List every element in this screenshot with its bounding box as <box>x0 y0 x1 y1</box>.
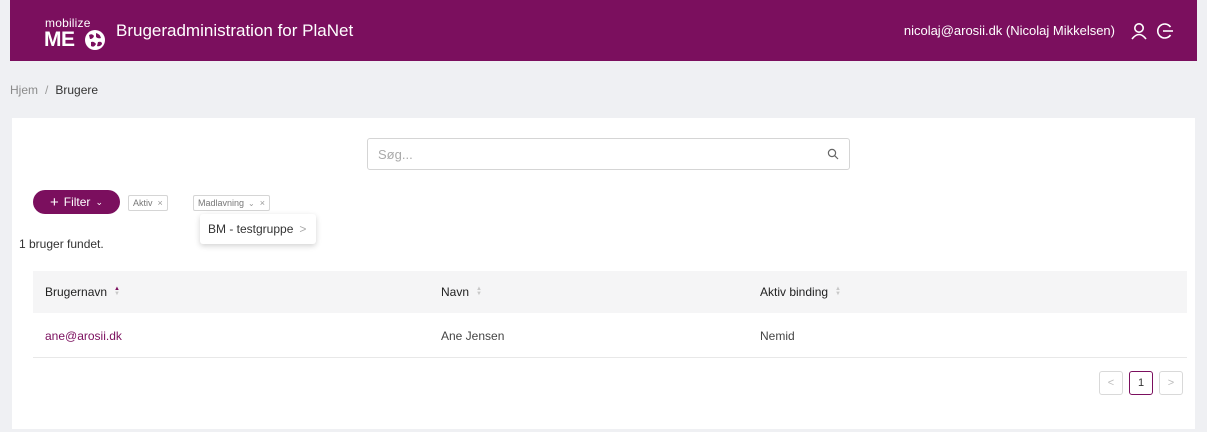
table-row: ane@arosii.dk Ane Jensen Nemid <box>33 315 1187 358</box>
column-header-username[interactable]: Brugernavn ▲ ▼ <box>45 271 120 313</box>
sort-icon[interactable]: ▲ ▼ <box>476 286 482 297</box>
app-header: mobilize ME Brugeradministration for Pla… <box>10 0 1197 61</box>
logo: mobilize ME <box>44 11 106 51</box>
filter-button-label: Filter <box>63 195 91 209</box>
filter-tag-label: Madlavning <box>198 198 245 208</box>
logo-big-text: ME <box>44 27 75 51</box>
plus-icon: + <box>50 193 59 211</box>
close-icon[interactable]: × <box>260 198 265 208</box>
breadcrumb: Hjem / Brugere <box>10 83 98 97</box>
chevron-down-icon[interactable]: ⌄ <box>248 199 255 208</box>
pagination-next-button[interactable]: > <box>1159 371 1183 395</box>
logout-icon[interactable] <box>1155 21 1175 41</box>
filter-tag-madlavning[interactable]: Madlavning ⌄ × <box>193 195 270 211</box>
result-count: 1 bruger fundet. <box>19 237 104 251</box>
sort-icon[interactable]: ▲ ▼ <box>835 286 841 297</box>
breadcrumb-home[interactable]: Hjem <box>10 83 38 97</box>
column-header-label: Brugernavn <box>45 285 108 299</box>
column-header-name[interactable]: Navn ▲ ▼ <box>441 271 482 313</box>
breadcrumb-current: Brugere <box>55 83 99 97</box>
pagination-prev-button[interactable]: < <box>1099 371 1123 395</box>
users-card: + Filter ⌄ Aktiv × Madlavning ⌄ × BM - t… <box>12 118 1195 429</box>
globe-icon <box>85 29 105 50</box>
chevron-down-icon: ⌄ <box>95 196 103 207</box>
column-header-binding[interactable]: Aktiv binding ▲ ▼ <box>760 271 841 313</box>
filter-tag-label: Aktiv <box>133 198 153 208</box>
dropdown-item-label[interactable]: BM - testgruppe <box>208 222 293 236</box>
search-box[interactable] <box>367 138 850 170</box>
search-input[interactable] <box>378 146 827 162</box>
column-header-label: Aktiv binding <box>760 285 829 299</box>
user-binding: Nemid <box>760 329 795 343</box>
filter-button[interactable]: + Filter ⌄ <box>33 190 120 214</box>
current-user[interactable]: nicolaj@arosii.dk (Nicolaj Mikkelsen) <box>904 23 1115 38</box>
sort-icon[interactable]: ▲ ▼ <box>114 286 120 297</box>
chevron-right-icon[interactable]: > <box>299 222 306 236</box>
column-header-label: Navn <box>441 285 470 299</box>
username-link[interactable]: ane@arosii.dk <box>45 329 122 343</box>
filter-tag-aktiv: Aktiv × <box>128 195 168 211</box>
breadcrumb-separator: / <box>45 83 49 97</box>
filter-dropdown-menu: BM - testgruppe > <box>200 214 316 244</box>
user-name: Ane Jensen <box>441 329 505 343</box>
app-title: Brugeradministration for PlaNet <box>116 20 354 40</box>
pagination-page-button[interactable]: 1 <box>1129 371 1153 395</box>
brand[interactable]: mobilize ME Brugeradministration for Pla… <box>44 11 353 51</box>
search-icon[interactable] <box>827 148 839 160</box>
user-icon[interactable] <box>1129 21 1149 41</box>
user-area: nicolaj@arosii.dk (Nicolaj Mikkelsen) <box>904 21 1175 41</box>
table-header: Brugernavn ▲ ▼ Navn ▲ ▼ Aktiv binding ▲ ▼ <box>33 271 1187 313</box>
close-icon[interactable]: × <box>158 198 163 208</box>
